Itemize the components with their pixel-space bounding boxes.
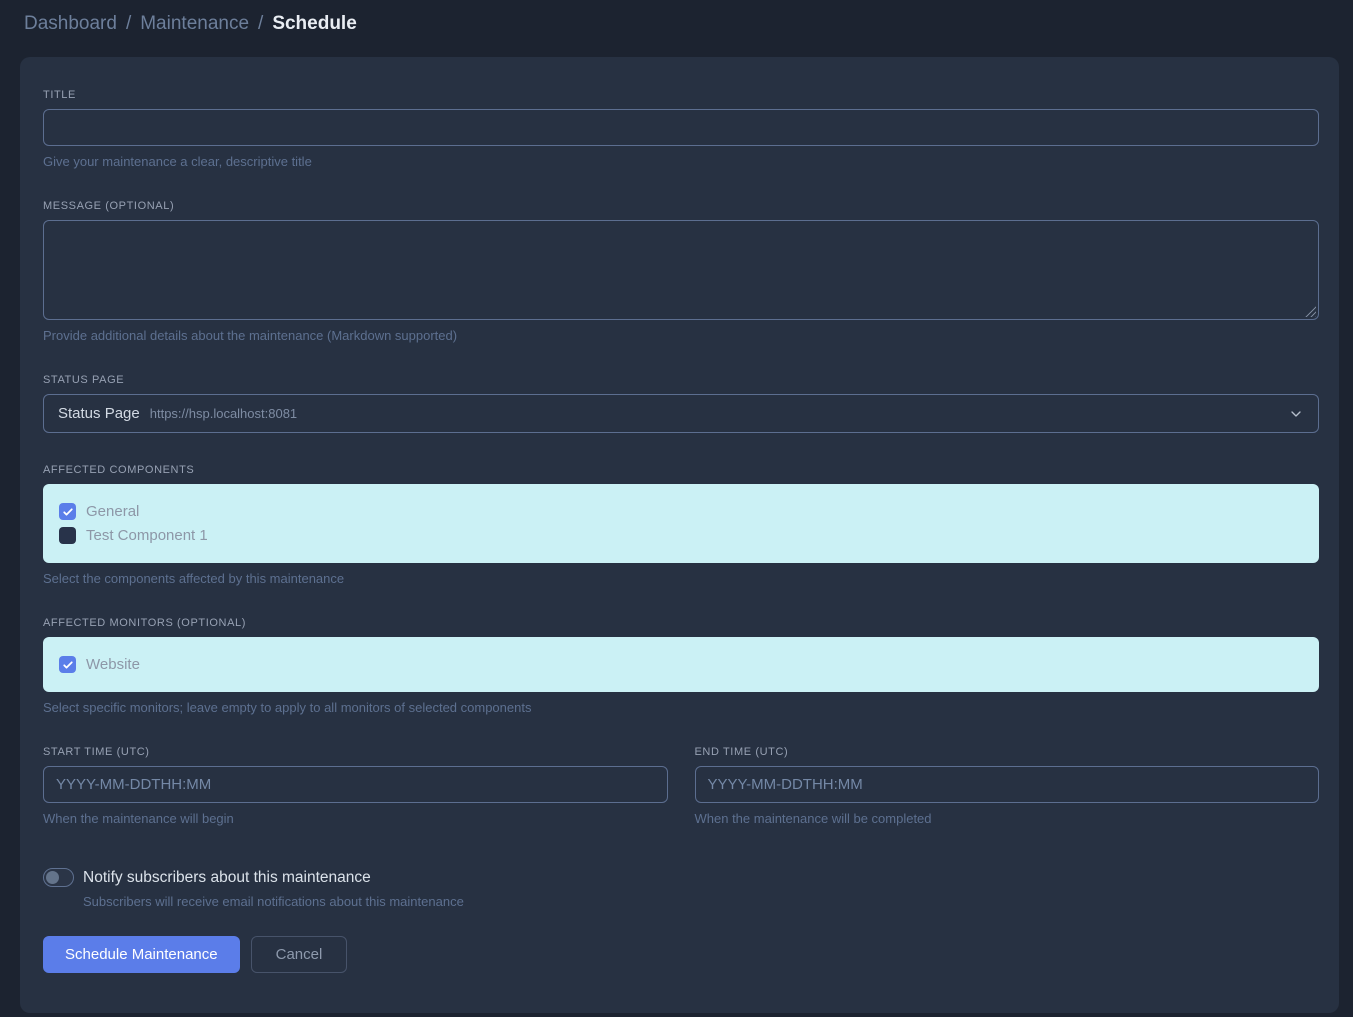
message-field-group: MESSAGE (OPTIONAL) Provide additional de… xyxy=(43,200,1319,343)
checkbox-option-website[interactable]: Website xyxy=(59,656,1303,673)
title-label: TITLE xyxy=(43,89,1319,101)
start-time-field-group: START TIME (UTC) When the maintenance wi… xyxy=(43,746,668,826)
time-fields-row: START TIME (UTC) When the maintenance wi… xyxy=(43,746,1319,826)
checkbox-option-label: Test Component 1 xyxy=(86,527,208,544)
schedule-maintenance-button[interactable]: Schedule Maintenance xyxy=(43,936,240,973)
topbar: Dashboard / Maintenance / Schedule xyxy=(0,0,1353,35)
message-textarea-wrap xyxy=(43,220,1319,320)
status-page-selected-name: Status Page xyxy=(58,405,140,422)
message-label: MESSAGE (OPTIONAL) xyxy=(43,200,1319,212)
checkbox-unchecked-icon[interactable] xyxy=(59,527,76,544)
title-field-group: TITLE Give your maintenance a clear, des… xyxy=(43,89,1319,169)
start-time-label: START TIME (UTC) xyxy=(43,746,668,758)
end-time-helper: When the maintenance will be completed xyxy=(695,811,1320,826)
message-textarea[interactable] xyxy=(43,220,1319,320)
toggle-knob-icon xyxy=(46,871,59,884)
affected-components-helper: Select the components affected by this m… xyxy=(43,571,1319,586)
checkbox-option-general[interactable]: General xyxy=(59,503,1303,520)
affected-components-label: AFFECTED COMPONENTS xyxy=(43,464,1319,476)
title-input[interactable] xyxy=(43,109,1319,146)
breadcrumb-dashboard[interactable]: Dashboard xyxy=(24,13,117,35)
notify-helper: Subscribers will receive email notificat… xyxy=(83,894,1319,909)
breadcrumb-maintenance[interactable]: Maintenance xyxy=(140,13,249,35)
checkbox-option-label: General xyxy=(86,503,139,520)
start-time-input[interactable] xyxy=(43,766,668,803)
schedule-maintenance-form: TITLE Give your maintenance a clear, des… xyxy=(20,57,1339,1013)
affected-monitors-label: AFFECTED MONITORS (OPTIONAL) xyxy=(43,617,1319,629)
status-page-selected-url: https://hsp.localhost:8081 xyxy=(150,406,297,421)
notify-label: Notify subscribers about this maintenanc… xyxy=(83,869,371,887)
breadcrumb-separator: / xyxy=(126,13,131,35)
status-page-label: STATUS PAGE xyxy=(43,374,1319,386)
breadcrumb: Dashboard / Maintenance / Schedule xyxy=(24,13,1329,35)
affected-components-field-group: AFFECTED COMPONENTS General Test Componen… xyxy=(43,464,1319,586)
affected-components-box: General Test Component 1 xyxy=(43,484,1319,563)
checkbox-checked-icon[interactable] xyxy=(59,656,76,673)
affected-monitors-field-group: AFFECTED MONITORS (OPTIONAL) Website Sel… xyxy=(43,617,1319,715)
checkbox-checked-icon[interactable] xyxy=(59,503,76,520)
end-time-field-group: END TIME (UTC) When the maintenance will… xyxy=(695,746,1320,826)
notify-row: Notify subscribers about this maintenanc… xyxy=(43,868,1319,887)
end-time-input[interactable] xyxy=(695,766,1320,803)
status-page-select[interactable]: Status Page https://hsp.localhost:8081 xyxy=(43,394,1319,433)
message-helper: Provide additional details about the mai… xyxy=(43,328,1319,343)
affected-monitors-helper: Select specific monitors; leave empty to… xyxy=(43,700,1319,715)
chevron-down-icon xyxy=(1288,406,1304,422)
breadcrumb-current: Schedule xyxy=(272,13,356,35)
breadcrumb-separator: / xyxy=(258,13,263,35)
start-time-helper: When the maintenance will begin xyxy=(43,811,668,826)
title-helper: Give your maintenance a clear, descripti… xyxy=(43,154,1319,169)
cancel-button[interactable]: Cancel xyxy=(251,936,348,973)
notify-toggle[interactable] xyxy=(43,868,74,887)
checkbox-option-test-component-1[interactable]: Test Component 1 xyxy=(59,527,1303,544)
checkbox-option-label: Website xyxy=(86,656,140,673)
form-actions: Schedule Maintenance Cancel xyxy=(43,936,1319,973)
notify-section: Notify subscribers about this maintenanc… xyxy=(43,868,1319,909)
end-time-label: END TIME (UTC) xyxy=(695,746,1320,758)
affected-monitors-box: Website xyxy=(43,637,1319,692)
status-page-field-group: STATUS PAGE Status Page https://hsp.loca… xyxy=(43,374,1319,433)
